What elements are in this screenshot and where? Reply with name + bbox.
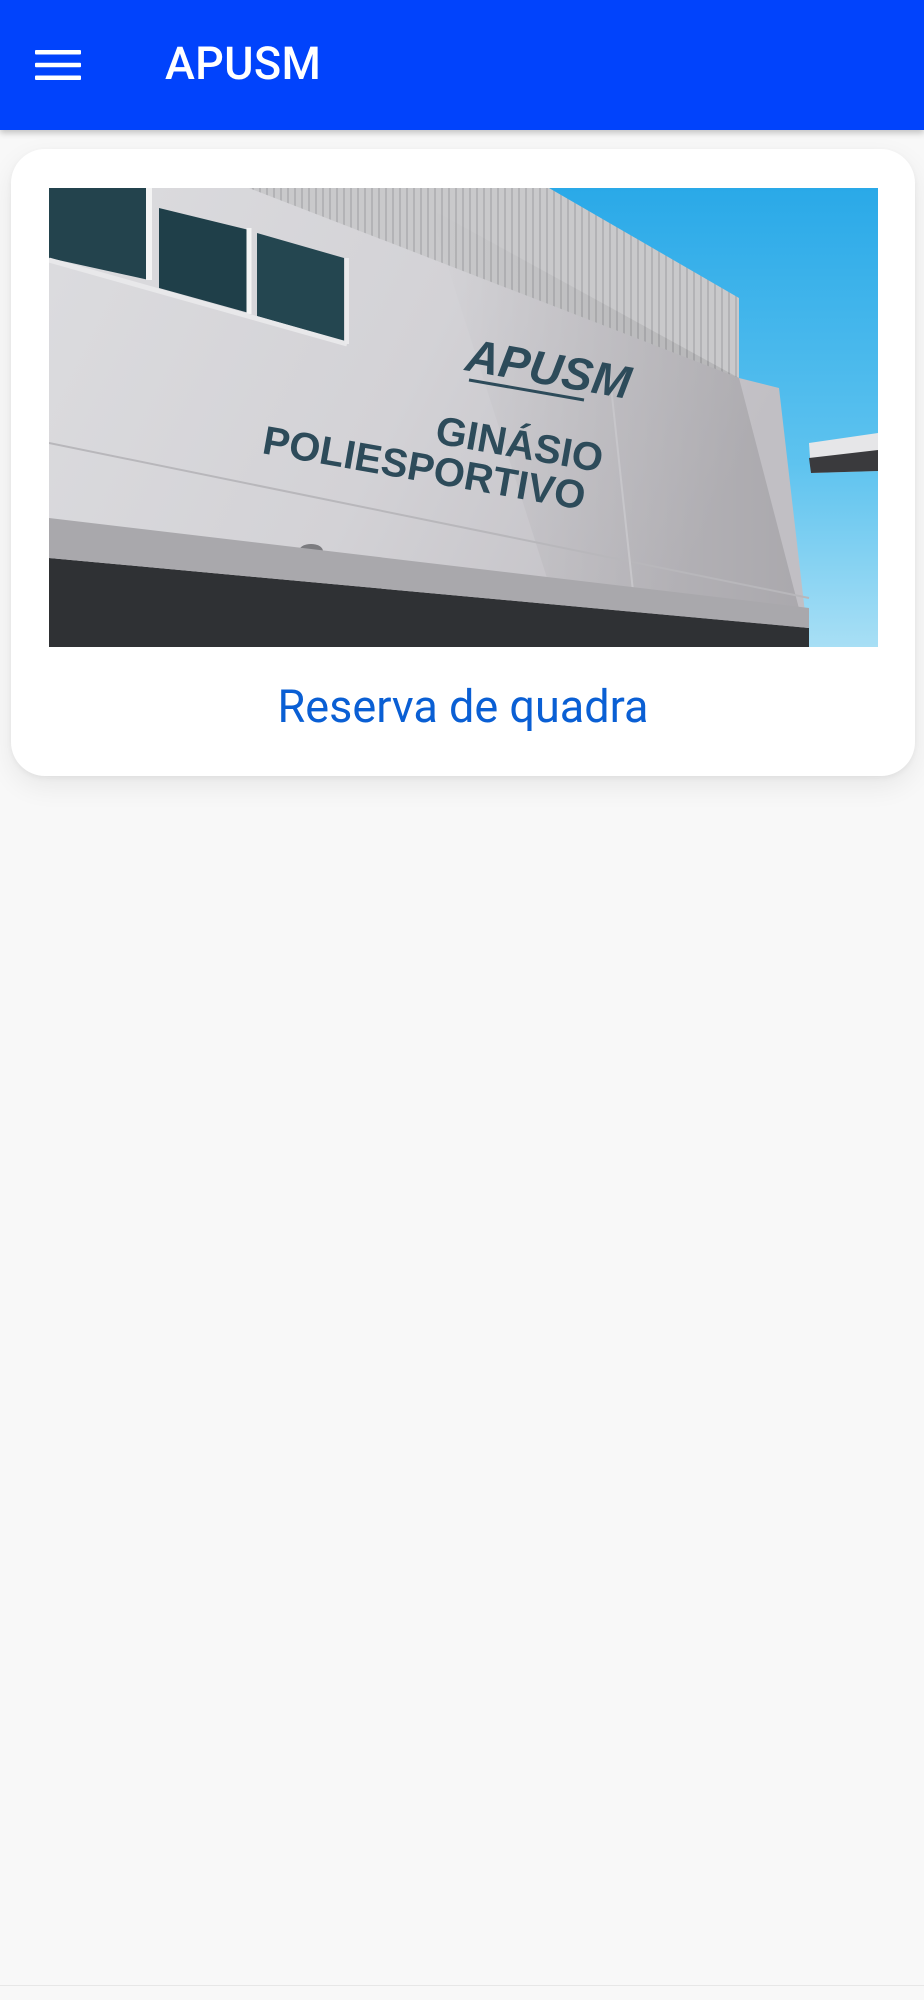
menu-button[interactable]	[26, 37, 90, 93]
card-title: Reserva de quadra	[277, 680, 649, 733]
app-bar: APUSM	[0, 0, 924, 130]
bottom-divider	[0, 1985, 924, 1986]
menu-icon	[35, 50, 81, 80]
gymnasium-photo: APUSM GINÁSIO POLIESPORTIVO	[49, 188, 878, 647]
app-title: APUSM	[165, 37, 322, 90]
court-reservation-card[interactable]: APUSM GINÁSIO POLIESPORTIVO Reserva de q…	[11, 149, 915, 776]
